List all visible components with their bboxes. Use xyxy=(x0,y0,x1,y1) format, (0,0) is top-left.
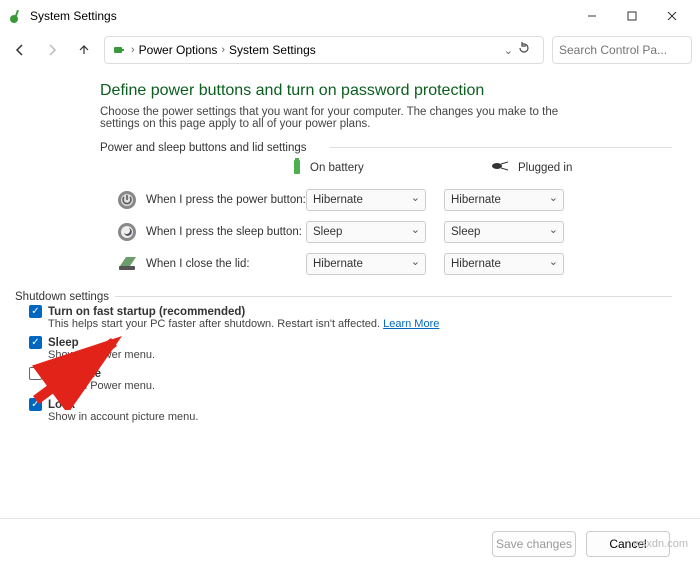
divider xyxy=(115,296,672,297)
breadcrumb-item[interactable]: Power Options xyxy=(139,43,218,57)
divider xyxy=(330,147,672,148)
battery-icon xyxy=(290,156,304,179)
page-subtext: Choose the power settings that you want … xyxy=(100,106,600,130)
plugged-in-header: Plugged in xyxy=(490,159,610,176)
content-area: Define power buttons and turn on passwor… xyxy=(0,68,700,518)
power-plugged-select[interactable]: Hibernate xyxy=(444,189,564,211)
back-button[interactable] xyxy=(8,38,32,62)
row-label: When I close the lid: xyxy=(146,258,306,270)
checkbox-desc: Show in Power menu. xyxy=(48,349,672,361)
row-label: When I press the power button: xyxy=(146,194,306,206)
sleep-plugged-select[interactable]: Sleep xyxy=(444,221,564,243)
up-button[interactable] xyxy=(72,38,96,62)
refresh-button[interactable] xyxy=(517,41,537,60)
shutdown-section: Shutdown settings ✓ Turn on fast startup… xyxy=(15,291,672,429)
power-sleep-section: Power and sleep buttons and lid settings… xyxy=(100,142,672,285)
forward-button[interactable] xyxy=(40,38,64,62)
breadcrumb-item[interactable]: System Settings xyxy=(229,43,316,57)
power-button-row: When I press the power button: Hibernate… xyxy=(116,189,672,211)
sleep-checkbox[interactable]: ✓ xyxy=(29,336,42,349)
app-icon xyxy=(8,8,24,24)
column-headers: On battery Plugged in xyxy=(290,156,672,179)
window: System Settings › Power Options › System… xyxy=(0,0,700,568)
checkbox-label: Sleep xyxy=(48,337,79,349)
search-input[interactable] xyxy=(552,36,692,64)
checkbox-desc: This helps start your PC faster after sh… xyxy=(48,318,672,330)
maximize-button[interactable] xyxy=(612,2,652,30)
breadcrumb: Power Options › System Settings ⌄ xyxy=(139,43,513,57)
learn-more-link[interactable]: Learn More xyxy=(383,318,439,330)
address-bar[interactable]: › Power Options › System Settings ⌄ xyxy=(104,36,544,64)
close-button[interactable] xyxy=(652,2,692,30)
sleep-row: ✓ Sleep Show in Power menu. xyxy=(29,336,672,365)
section-label: Shutdown settings xyxy=(15,291,115,303)
checkbox-desc: Show in account picture menu. xyxy=(48,411,672,423)
power-icon xyxy=(116,189,138,211)
battery-icon xyxy=(111,42,127,58)
checkbox-label: Hibernate xyxy=(48,368,101,380)
sleep-battery-select[interactable]: Sleep xyxy=(306,221,426,243)
chevron-right-icon: › xyxy=(221,44,225,56)
hibernate-checkbox[interactable] xyxy=(29,367,42,380)
lid-plugged-select[interactable]: Hibernate xyxy=(444,253,564,275)
checkbox-label: Lock xyxy=(48,399,75,411)
section-label: Power and sleep buttons and lid settings xyxy=(100,142,313,154)
lid-icon xyxy=(116,253,138,275)
page-heading: Define power buttons and turn on passwor… xyxy=(100,82,672,100)
titlebar: System Settings xyxy=(0,0,700,32)
chevron-down-icon[interactable]: ⌄ xyxy=(504,44,513,57)
lock-checkbox[interactable]: ✓ xyxy=(29,398,42,411)
save-changes-button[interactable]: Save changes xyxy=(492,531,576,557)
chevron-right-icon: › xyxy=(131,44,135,56)
hibernate-row: Hibernate Show in Power menu. xyxy=(29,367,672,396)
lid-row: When I close the lid: Hibernate Hibernat… xyxy=(116,253,672,275)
fast-startup-row: ✓ Turn on fast startup (recommended) Thi… xyxy=(29,305,672,334)
footer: Save changes Cancel xyxy=(0,518,700,568)
row-label: When I press the sleep button: xyxy=(146,226,306,238)
on-battery-header: On battery xyxy=(290,156,410,179)
lock-row: ✓ Lock Show in account picture menu. xyxy=(29,398,672,427)
checkbox-label: Turn on fast startup (recommended) xyxy=(48,306,245,318)
window-controls xyxy=(572,2,692,30)
power-battery-select[interactable]: Hibernate xyxy=(306,189,426,211)
sleep-icon xyxy=(116,221,138,243)
plug-icon xyxy=(490,159,512,176)
lid-battery-select[interactable]: Hibernate xyxy=(306,253,426,275)
window-title: System Settings xyxy=(30,9,572,23)
minimize-button[interactable] xyxy=(572,2,612,30)
fast-startup-checkbox[interactable]: ✓ xyxy=(29,305,42,318)
sleep-button-row: When I press the sleep button: Sleep Sle… xyxy=(116,221,672,243)
navbar: › Power Options › System Settings ⌄ xyxy=(0,32,700,68)
watermark: wsxdn.com xyxy=(633,538,688,550)
checkbox-desc: Show in Power menu. xyxy=(48,380,672,392)
